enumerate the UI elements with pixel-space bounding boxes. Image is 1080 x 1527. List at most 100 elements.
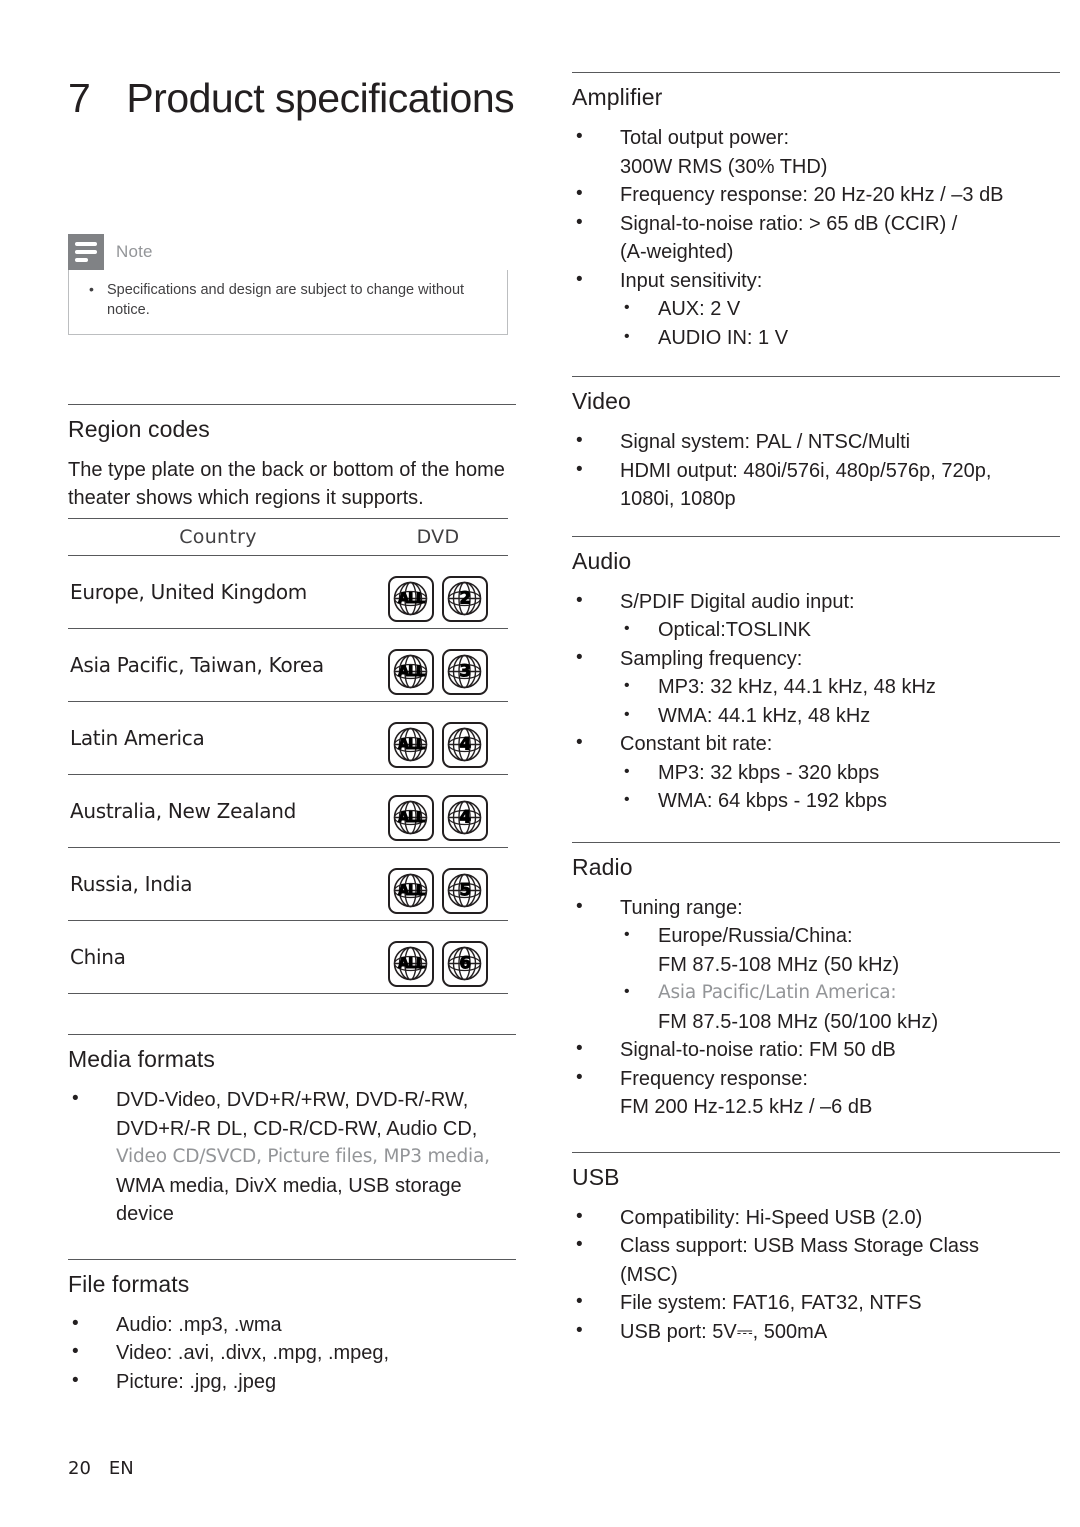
cell-country: China [68,920,368,994]
section-usb: USB Compatibility: Hi-Speed USB (2.0) Cl… [572,1151,1060,1347]
region-code-label: 4 [459,734,472,754]
amplifier-snr-line-1: Signal-to-noise ratio: > 65 dB (CCIR) / [620,212,958,235]
chapter-number: 7 [68,75,91,121]
table-header-row: Country DVD [68,518,508,556]
media-formats-line-2: DVD+R/-R DL, CD-R/CD-RW, Audio CD, [116,1117,478,1140]
chapter-heading: 7 Product specifications [68,72,528,124]
list-item: Sampling frequency: MP3: 32 kHz, 44.1 kH… [572,644,1060,731]
usb-class-support-line-1: Class support: USB Mass Storage Class [620,1235,980,1257]
usb-list: Compatibility: Hi-Speed USB (2.0) Class … [572,1203,1060,1347]
cell-dvd-codes: ALL 4 [368,701,508,775]
list-item: AUDIO IN: 1 V [620,323,1060,353]
media-formats-list: DVD-Video, DVD+R/+RW, DVD-R/-RW, DVD+R/-… [68,1085,516,1229]
region-codes-intro: The type plate on the back or bottom of … [68,459,505,509]
list-item: Signal-to-noise ratio: FM 50 dB [572,1035,1060,1065]
cell-country: Asia Pacific, Taiwan, Korea [68,628,368,702]
cell-country: Latin America [68,701,368,775]
section-title-usb: USB [572,1163,620,1190]
region-code-label: 2 [459,588,472,608]
section-title-video: Video [572,388,631,414]
section-audio: Audio S/PDIF Digital audio input: Optica… [572,535,1060,816]
list-item: MP3: 32 kbps - 320 kbps [620,758,1060,788]
amplifier-input-sensitivity-sublist: AUX: 2 V AUDIO IN: 1 V [620,294,1060,353]
amplifier-total-output-power-label: Total output power: [620,127,789,149]
radio-tuning-europe-label: Europe/Russia/China: [658,925,853,947]
region-code-label: ALL [397,955,425,972]
video-hdmi-line-2: 1080i, 1080p [620,488,736,510]
section-region-codes: Region codes The type plate on the back … [68,404,516,994]
amplifier-list: Total output power: 300W RMS (30% THD) F… [572,123,1060,353]
list-item: Asia Pacific/Latin America: FM 87.5-108 … [620,978,1060,1036]
section-video: Video Signal system: PAL / NTSC/Multi HD… [572,376,1060,514]
audio-sampling-frequency-sublist: MP3: 32 kHz, 44.1 kHz, 48 kHz WMA: 44.1 … [620,672,1060,731]
region-codes-table: Country DVD Europe, United Kingdom ALL 2… [68,518,508,994]
region-code-globe-all-icon: ALL [388,575,434,622]
media-formats-line-1: DVD-Video, DVD+R/+RW, DVD-R/-RW, [116,1089,469,1111]
list-item: File system: FAT16, FAT32, NTFS [572,1288,1060,1318]
list-item: S/PDIF Digital audio input: Optical:TOSL… [572,587,1060,645]
list-item: Total output power: 300W RMS (30% THD) [572,123,1060,181]
footer-language: EN [108,1458,134,1479]
section-divider [572,1151,1060,1153]
cell-dvd-codes: ALL 6 [368,920,508,994]
document-page: 7 Product specifications Note Specificat… [0,0,1080,1527]
note-item: Specifications and design are subject to… [83,279,493,320]
list-item: Europe/Russia/China: FM 87.5-108 MHz (50… [620,921,1060,979]
table-row: Latin America ALL 4 [68,701,508,775]
section-title-amplifier: Amplifier [572,84,663,110]
region-code-globe-all-icon: ALL [388,648,434,695]
list-item: Signal-to-noise ratio: > 65 dB (CCIR) / … [572,209,1060,267]
radio-frequency-response-label: Frequency response: [620,1067,808,1090]
list-item: Frequency response: FM 200 Hz-12.5 kHz /… [572,1064,1060,1122]
section-divider [68,1258,516,1260]
table-row: Europe, United Kingdom ALL 2 [68,555,508,629]
list-item: WMA: 44.1 kHz, 48 kHz [620,701,1060,731]
region-code-label: ALL [397,663,425,680]
cell-country: Europe, United Kingdom [68,555,368,629]
cell-dvd-codes: ALL 2 [368,555,508,629]
radio-tuning-range-label: Tuning range: [620,896,743,919]
region-codes-table-body: Europe, United Kingdom ALL 2 Asia Pacifi… [68,555,508,994]
media-formats-line-3: Video CD/SVCD, Picture files, MP3 media, [116,1146,490,1167]
region-code-label: ALL [397,882,425,899]
radio-frequency-response-value: FM 200 Hz-12.5 kHz / –6 dB [620,1096,873,1118]
region-code-label: 3 [459,661,472,681]
footer-page-number: 20 [68,1458,91,1479]
section-media-formats: Media formats DVD-Video, DVD+R/+RW, DVD-… [68,1034,516,1229]
note-lines-icon [68,234,104,270]
audio-sampling-frequency-label: Sampling frequency: [620,647,803,670]
region-code-globe-number-icon: 4 [442,721,488,768]
right-column: Amplifier Total output power: 300W RMS (… [572,72,1060,1346]
region-code-globe-number-icon: 2 [442,575,488,622]
file-formats-list: Audio: .mp3, .wma Video: .avi, .divx, .m… [68,1310,516,1397]
section-amplifier: Amplifier Total output power: 300W RMS (… [572,72,1060,352]
audio-spdif-label: S/PDIF Digital audio input: [620,590,855,613]
region-code-globe-number-icon: 3 [442,648,488,695]
page-title: Product specifications [126,75,515,121]
cell-country: Australia, New Zealand [68,774,368,848]
list-item: Class support: USB Mass Storage Class (M… [572,1231,1060,1289]
list-item: MP3: 32 kHz, 44.1 kHz, 48 kHz [620,672,1060,702]
section-radio: Radio Tuning range: Europe/Russia/China:… [572,841,1060,1122]
section-title-region-codes: Region codes [68,416,210,442]
audio-constant-bit-rate-sublist: MP3: 32 kbps - 320 kbps WMA: 64 kbps - 1… [620,758,1060,816]
list-item: WMA: 64 kbps - 192 kbps [620,786,1060,816]
region-code-label: 4 [459,807,472,827]
video-list: Signal system: PAL / NTSC/Multi HDMI out… [572,427,1060,514]
radio-list: Tuning range: Europe/Russia/China: FM 87… [572,893,1060,1122]
list-item: Input sensitivity: AUX: 2 V AUDIO IN: 1 … [572,266,1060,353]
section-title-audio: Audio [572,547,632,574]
list-item: Tuning range: Europe/Russia/China: FM 87… [572,893,1060,1037]
section-divider [68,1034,516,1035]
cell-dvd-codes: ALL 4 [368,774,508,848]
section-divider [572,841,1060,843]
video-hdmi-line-1: HDMI output: 480i/576i, 480p/576p, 720p, [620,459,992,482]
note-header: Note [68,234,508,270]
list-item: DVD-Video, DVD+R/+RW, DVD-R/-RW, DVD+R/-… [68,1085,516,1229]
list-item: Frequency response: 20 Hz-20 kHz / –3 dB [572,180,1060,210]
page-footer: 20 EN [68,1458,134,1479]
column-header-country: Country [68,518,368,556]
cell-dvd-codes: ALL 5 [368,847,508,921]
region-code-label: 5 [459,880,472,900]
media-formats-line-5: device [116,1203,174,1225]
